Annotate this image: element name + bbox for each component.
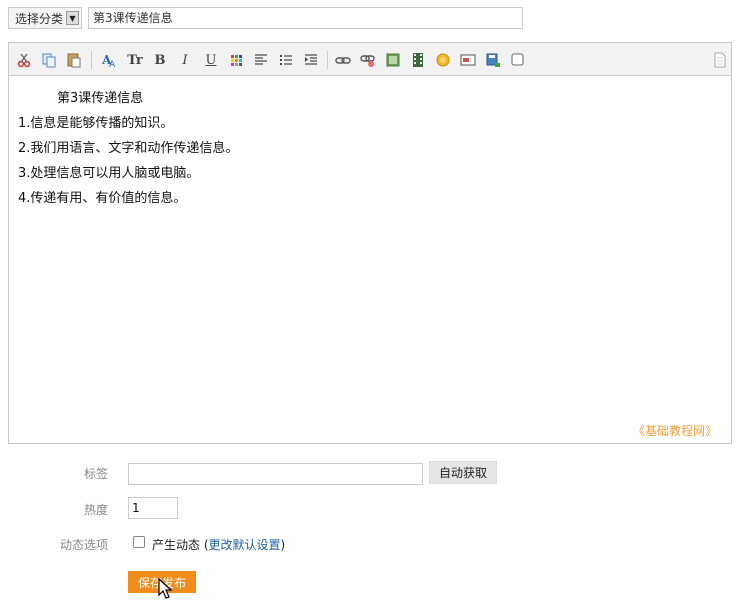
heat-input[interactable]: 1: [128, 497, 178, 519]
align-left-icon[interactable]: [252, 51, 270, 69]
watermark: 《基础教程网》: [632, 424, 717, 438]
indent-icon[interactable]: [302, 51, 320, 69]
auto-fetch-button[interactable]: 自动获取: [429, 461, 497, 484]
copy-icon[interactable]: [40, 51, 58, 69]
dynamic-option-text: 产生动态 (更改默认设置): [152, 536, 285, 553]
tags-input[interactable]: [128, 463, 423, 485]
unlink-icon[interactable]: [359, 51, 377, 69]
font-family-icon[interactable]: AA: [100, 51, 118, 69]
emoticon-icon[interactable]: [434, 51, 452, 69]
generate-dynamic-checkbox[interactable]: [133, 536, 145, 548]
category-select-label: 选择分类: [15, 11, 64, 26]
editor-toolbar: AA Tr B I U: [9, 43, 731, 76]
generate-dynamic-label: 产生动态: [152, 538, 201, 552]
bold-icon[interactable]: B: [151, 51, 169, 69]
topbar: 选择分类 ▼ 第3课传递信息: [8, 7, 523, 29]
image-icon[interactable]: [384, 51, 402, 69]
paste-icon[interactable]: [65, 51, 83, 69]
content-line: 3.处理信息可以用人脑或电脑。: [18, 166, 200, 181]
tags-label: 标签: [83, 467, 108, 481]
mouse-cursor-icon: [158, 578, 173, 599]
font-size-icon[interactable]: Tr: [126, 51, 144, 69]
rich-text-editor: AA Tr B I U 第3课传递信息 1.信息是能够传播的知识。 2.我们用语…: [8, 42, 732, 444]
content-line: 第3课传递信息: [18, 91, 144, 106]
save-draft-icon[interactable]: [484, 51, 502, 69]
link-icon[interactable]: [334, 51, 352, 69]
change-default-settings-link[interactable]: 更改默认设置: [209, 538, 281, 552]
cut-icon[interactable]: [15, 51, 33, 69]
heat-label: 热度: [83, 503, 108, 517]
color-palette-icon[interactable]: [227, 51, 245, 69]
italic-icon[interactable]: I: [176, 51, 194, 69]
toolbar-checkbox[interactable]: [509, 51, 527, 69]
toolbar-divider: [327, 51, 328, 69]
content-line: 2.我们用语言、文字和动作传递信息。: [18, 141, 239, 156]
toolbar-divider: [91, 51, 92, 69]
paren-open: (: [200, 538, 209, 552]
paren-close: ): [280, 538, 286, 552]
content-line: 4.传递有用、有价值的信息。: [18, 191, 187, 206]
editor-content[interactable]: 第3课传递信息 1.信息是能够传播的知识。 2.我们用语言、文字和动作传递信息。…: [18, 86, 238, 211]
insert-card-icon[interactable]: [459, 51, 477, 69]
video-icon[interactable]: [409, 51, 427, 69]
chevron-down-icon[interactable]: ▼: [66, 11, 79, 25]
title-input[interactable]: 第3课传递信息: [88, 7, 523, 29]
category-select[interactable]: 选择分类 ▼: [8, 7, 82, 29]
underline-icon[interactable]: U: [202, 51, 220, 69]
bullet-list-icon[interactable]: [277, 51, 295, 69]
svg-text:A: A: [109, 60, 116, 68]
dynamic-options-label: 动态选项: [59, 538, 108, 552]
content-line: 1.信息是能够传播的知识。: [18, 116, 174, 131]
source-document-icon[interactable]: [711, 51, 729, 69]
